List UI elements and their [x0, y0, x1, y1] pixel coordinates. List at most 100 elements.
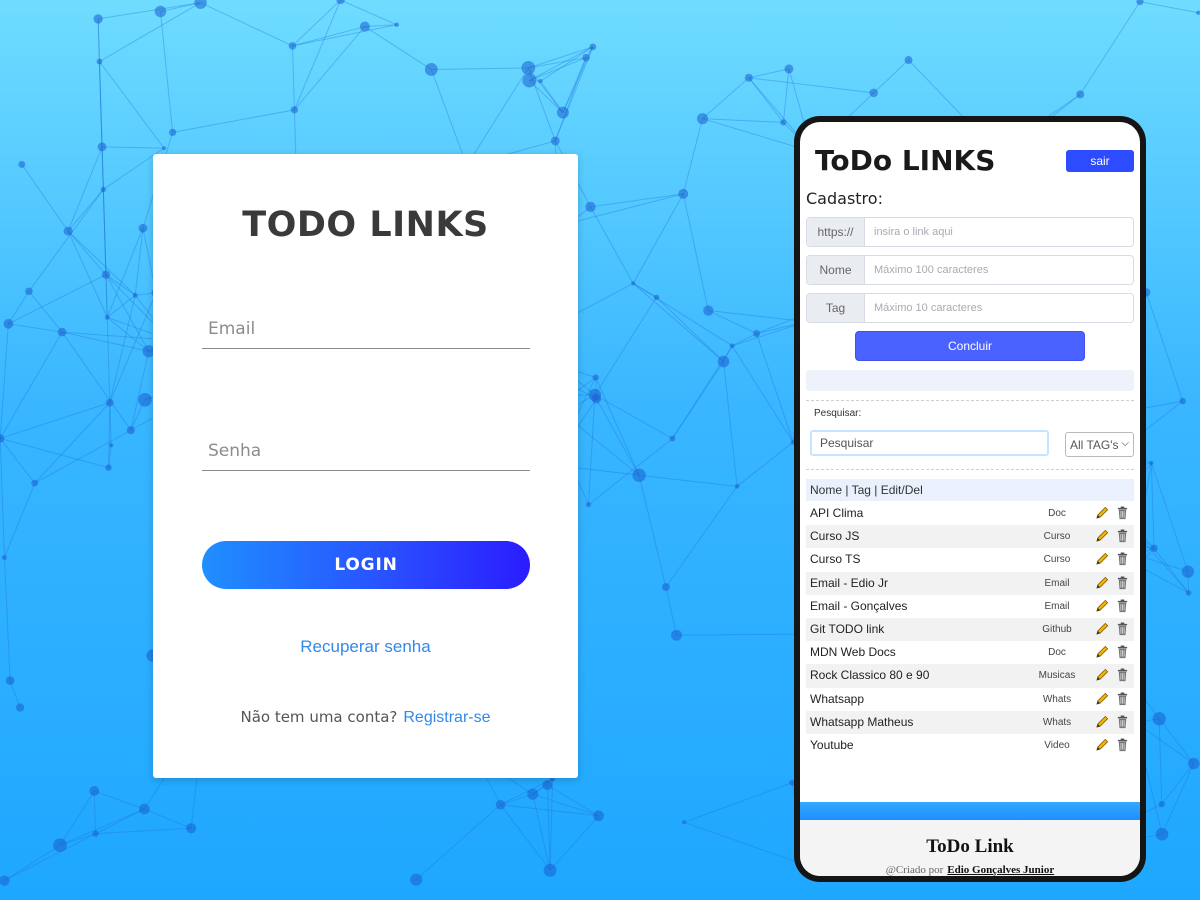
network-node	[1196, 10, 1200, 15]
network-node	[186, 823, 197, 834]
pencil-icon[interactable]	[1095, 644, 1110, 659]
search-label: Pesquisar:	[814, 408, 862, 419]
network-node	[105, 464, 112, 471]
network-node	[729, 343, 735, 349]
network-node	[585, 201, 596, 213]
pencil-icon[interactable]	[1095, 667, 1110, 682]
url-input[interactable]	[865, 218, 1133, 246]
divider	[806, 400, 1134, 401]
link-name[interactable]: Email - Gonçalves	[810, 599, 907, 613]
email-field[interactable]	[202, 309, 530, 348]
trash-icon[interactable]	[1115, 598, 1130, 613]
network-node	[15, 703, 25, 712]
link-name[interactable]: Rock Classico 80 e 90	[810, 668, 929, 682]
email-field-wrapper	[202, 309, 530, 349]
table-row: Email - Gonçalves Email	[806, 595, 1134, 618]
link-name[interactable]: Email - Edio Jr	[810, 576, 888, 590]
link-name[interactable]: Curso JS	[810, 529, 859, 543]
register-link[interactable]: Registrar-se	[403, 709, 490, 726]
login-title: TODO LINKS	[242, 205, 489, 245]
submit-button[interactable]: Concluir	[855, 331, 1085, 361]
footer-credit: @Criado por Edio Gonçalves Junior	[800, 864, 1140, 876]
network-node	[154, 5, 167, 18]
pencil-icon[interactable]	[1095, 598, 1110, 613]
network-node	[1150, 544, 1158, 552]
network-node	[661, 583, 670, 592]
trash-icon[interactable]	[1115, 551, 1130, 566]
network-node	[92, 830, 99, 837]
tag-input[interactable]	[865, 294, 1133, 322]
link-name[interactable]: API Clima	[810, 506, 863, 520]
network-node	[631, 281, 636, 286]
table-header: Nome | Tag | Edit/Del	[806, 479, 1134, 501]
trash-icon[interactable]	[1115, 505, 1130, 520]
network-node	[550, 136, 560, 146]
name-input[interactable]	[865, 256, 1133, 284]
network-node	[89, 786, 100, 796]
network-node	[290, 106, 299, 114]
network-node	[104, 314, 110, 320]
pencil-icon[interactable]	[1095, 691, 1110, 706]
table-row: Youtube Video	[806, 734, 1134, 757]
pencil-icon[interactable]	[1095, 575, 1110, 590]
trash-icon[interactable]	[1115, 691, 1130, 706]
network-node	[585, 502, 592, 508]
link-name[interactable]: Curso TS	[810, 552, 860, 566]
network-node	[1152, 712, 1166, 726]
network-node	[101, 270, 111, 279]
table-row: Curso JS Curso	[806, 525, 1134, 549]
trash-icon[interactable]	[1115, 667, 1130, 682]
network-node	[1179, 397, 1186, 405]
network-node	[904, 56, 913, 64]
table-row: MDN Web Docs Doc	[806, 641, 1134, 664]
pencil-icon[interactable]	[1095, 714, 1110, 729]
name-input-group: Nome	[806, 255, 1134, 285]
network-node	[424, 63, 438, 76]
network-node	[632, 468, 646, 482]
logout-button[interactable]: sair	[1066, 150, 1134, 172]
link-name[interactable]: Whatsapp	[810, 692, 864, 706]
trash-icon[interactable]	[1115, 737, 1130, 752]
network-node	[108, 443, 114, 448]
cadastro-heading: Cadastro:	[806, 189, 883, 208]
link-name[interactable]: MDN Web Docs	[810, 645, 896, 659]
link-name[interactable]: Whatsapp Matheus	[810, 715, 913, 729]
network-node	[521, 61, 536, 75]
network-node	[780, 119, 787, 126]
network-node	[336, 0, 345, 5]
pencil-icon[interactable]	[1095, 528, 1110, 543]
network-node	[784, 64, 794, 74]
network-node	[753, 330, 761, 338]
network-node	[25, 287, 33, 296]
trash-icon[interactable]	[1115, 528, 1130, 543]
link-name[interactable]: Git TODO link	[810, 622, 884, 636]
network-node	[5, 676, 15, 685]
login-button[interactable]: LOGIN	[202, 541, 530, 589]
trash-icon[interactable]	[1115, 644, 1130, 659]
tag-filter-value: All TAG's	[1070, 437, 1119, 452]
pencil-icon[interactable]	[1095, 551, 1110, 566]
network-node	[138, 393, 152, 407]
search-input[interactable]	[810, 430, 1049, 456]
pencil-icon[interactable]	[1095, 621, 1110, 636]
link-tag: Whats	[1042, 693, 1072, 705]
pencil-icon[interactable]	[1095, 505, 1110, 520]
trash-icon[interactable]	[1115, 714, 1130, 729]
network-node	[653, 294, 660, 301]
recover-password-link[interactable]: Recuperar senha	[153, 637, 578, 657]
link-name[interactable]: Youtube	[810, 738, 854, 752]
network-node	[18, 160, 26, 168]
trash-icon[interactable]	[1115, 621, 1130, 636]
network-node	[126, 426, 135, 435]
password-field[interactable]	[202, 431, 530, 470]
trash-icon[interactable]	[1115, 575, 1130, 590]
network-node	[194, 0, 207, 9]
footer-author-link[interactable]: Edio Gonçalves Junior	[947, 864, 1054, 876]
link-tag: Video	[1044, 739, 1070, 751]
pencil-icon[interactable]	[1095, 737, 1110, 752]
no-account-text: Não tem uma conta?	[240, 708, 398, 726]
network-node	[1, 555, 7, 561]
link-tag: Github	[1042, 623, 1072, 635]
link-tag: Whats	[1042, 716, 1072, 728]
tag-filter-select[interactable]: All TAG's ⌵	[1065, 432, 1134, 457]
